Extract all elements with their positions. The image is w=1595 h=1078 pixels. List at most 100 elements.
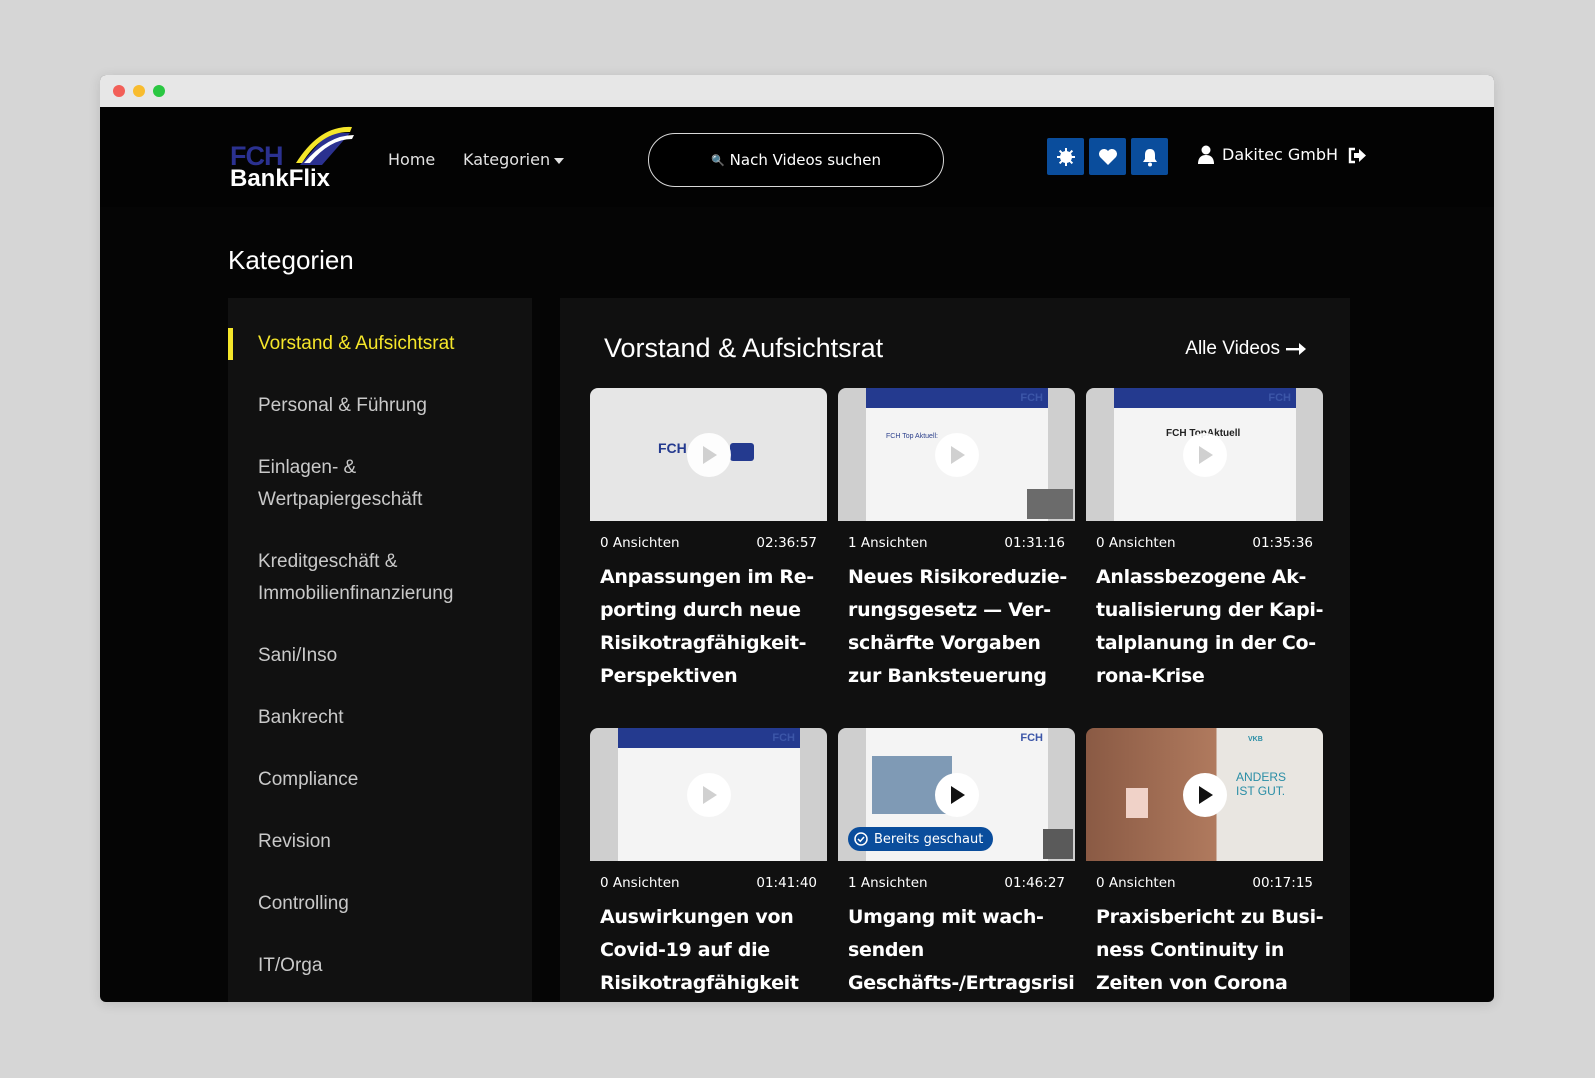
sidebar-item-compliance[interactable]: Compliance (258, 764, 518, 796)
video-title-line[interactable]: Risikotragfähigkeit (590, 967, 827, 1000)
sidebar-item-kreditgeschaeft[interactable]: Kreditgeschäft & Immobilienfinanzierung (258, 546, 518, 610)
video-thumbnail[interactable]: FCH Bereits geschaut (838, 728, 1075, 861)
close-window-dot[interactable] (113, 85, 125, 97)
speaker-webcam-image (1043, 829, 1073, 859)
thumbnail-vkb-logo: VKB (1248, 736, 1263, 743)
sidebar-item-revision[interactable]: Revision (258, 826, 518, 858)
logout-icon (1348, 147, 1366, 164)
nav-home-link[interactable]: Home (388, 150, 435, 169)
video-thumbnail[interactable]: ANDERS IST GUT. VKB (1086, 728, 1323, 861)
video-thumbnail[interactable]: FCH (590, 388, 827, 521)
video-meta: 1 Ansichten 01:46:27 (838, 861, 1075, 901)
bell-icon (1142, 148, 1157, 166)
video-title-line[interactable]: Anlassbezogene Ak- (1086, 561, 1323, 594)
user-account-menu[interactable]: Dakitec GmbH (1198, 145, 1338, 164)
video-meta: 0 Ansichten 02:36:57 (590, 521, 827, 561)
check-circle-icon (854, 832, 868, 846)
thumbnail-title-text: FCH Top Aktuell: (886, 433, 939, 440)
settings-button[interactable] (1047, 138, 1084, 175)
sidebar-item-it-orga[interactable]: IT/Orga (258, 950, 518, 982)
video-title-line[interactable]: rona-Krise (1086, 660, 1323, 693)
video-card[interactable]: FCH Bereits geschaut 1 Ansichten 01:46:2… (838, 728, 1075, 1000)
maximize-window-dot[interactable] (153, 85, 165, 97)
video-meta: 0 Ansichten 01:41:40 (590, 861, 827, 901)
video-title-line[interactable]: Zeiten von Corona (1086, 967, 1323, 1000)
video-duration: 01:41:40 (756, 875, 817, 891)
video-meta: 0 Ansichten 01:35:36 (1086, 521, 1323, 561)
sidebar-item-personal[interactable]: Personal & Führung (258, 390, 518, 422)
video-card[interactable]: ANDERS IST GUT. VKB 0 Ansichten 00:17:15… (1086, 728, 1323, 1000)
search-icon: 🔍 (710, 153, 725, 167)
thumbnail-slogan: ANDERS IST GUT. (1236, 770, 1287, 798)
play-icon[interactable] (934, 432, 979, 477)
video-card[interactable]: FCH FCH TopAktuell 0 Ansichten 01:35:36 … (1086, 388, 1323, 693)
video-card[interactable]: FCH FCH Top Aktuell: 1 Ansichten 01:31:1… (838, 388, 1075, 693)
video-title-line[interactable]: porting durch neue (590, 594, 827, 627)
watched-badge: Bereits geschaut (848, 827, 994, 851)
logout-button[interactable] (1348, 147, 1367, 168)
sidebar-item-bankrecht[interactable]: Bankrecht (258, 702, 518, 734)
all-videos-link[interactable]: Alle Videos (1185, 338, 1306, 360)
video-title-line[interactable]: ness Continuity in (1086, 934, 1323, 967)
notifications-button[interactable] (1131, 138, 1168, 175)
video-title-line[interactable]: senden (838, 934, 1075, 967)
chevron-down-icon (554, 157, 565, 164)
video-duration: 01:35:36 (1252, 535, 1313, 551)
browser-window: FCH BankFlix Home Kategorien 🔍 Nach Vide… (100, 75, 1494, 1002)
video-title-line[interactable]: Neues Risikoreduzie- (838, 561, 1075, 594)
play-icon[interactable] (1182, 772, 1227, 817)
video-title-line[interactable]: Perspektiven (590, 660, 827, 693)
video-thumbnail[interactable]: FCH FCH Top Aktuell: (838, 388, 1075, 521)
nav-kategorien-label: Kategorien (463, 150, 551, 169)
video-duration: 01:31:16 (1004, 535, 1065, 551)
active-category-indicator (228, 328, 233, 360)
video-thumbnail[interactable]: FCH FCH TopAktuell (1086, 388, 1323, 521)
user-name: Dakitec GmbH (1222, 145, 1339, 164)
browser-chrome (100, 75, 1494, 107)
slide-logo: FCH (1020, 392, 1043, 404)
thumbnail-camera-icon (730, 443, 754, 461)
view-count: 1 Ansichten (848, 535, 928, 551)
thumbnail-prop-image (1126, 788, 1148, 818)
video-title-line[interactable]: Risikotragfähigkeit- (590, 627, 827, 660)
video-meta: 0 Ansichten 00:17:15 (1086, 861, 1323, 901)
watched-badge-label: Bereits geschaut (874, 831, 984, 847)
play-icon[interactable] (1182, 432, 1227, 477)
sidebar-item-sani-inso[interactable]: Sani/Inso (258, 640, 518, 672)
video-title-line[interactable]: Geschäfts-/Ertragsrisiken (838, 967, 1075, 1000)
video-title-line[interactable]: schärfte Vorgaben (838, 627, 1075, 660)
play-icon[interactable] (934, 772, 979, 817)
view-count: 1 Ansichten (848, 875, 928, 891)
video-title-line[interactable]: talplanung in der Co- (1086, 627, 1323, 660)
video-card[interactable]: FCH 0 Ansichten 01:41:40 Auswirkungen vo… (590, 728, 827, 1000)
video-title-line[interactable]: Anpassungen im Re- (590, 561, 827, 594)
sidebar-item-vorstand[interactable]: Vorstand & Aufsichtsrat (258, 328, 518, 360)
video-title-line[interactable]: Praxisbericht zu Busi- (1086, 901, 1323, 934)
minimize-window-dot[interactable] (133, 85, 145, 97)
sidebar-item-controlling[interactable]: Controlling (258, 888, 518, 920)
video-title-line[interactable]: rungsgesetz — Ver- (838, 594, 1075, 627)
video-title-line[interactable]: Umgang mit wach- (838, 901, 1075, 934)
video-title-line[interactable]: Covid-19 auf die (590, 934, 827, 967)
play-icon[interactable] (686, 772, 731, 817)
play-icon[interactable] (686, 432, 731, 477)
arrow-right-icon (1286, 343, 1306, 355)
favorites-button[interactable] (1089, 138, 1126, 175)
video-title-line[interactable]: Auswirkungen von (590, 901, 827, 934)
page-title: Kategorien (228, 245, 354, 275)
slide-logo: FCH (1268, 392, 1291, 404)
video-duration: 02:36:57 (756, 535, 817, 551)
bankflix-logo[interactable]: FCH BankFlix (230, 123, 355, 195)
video-title-line[interactable]: zur Banksteuerung (838, 660, 1075, 693)
slide-logo: FCH (1020, 732, 1043, 744)
search-button[interactable]: 🔍 Nach Videos suchen (648, 133, 944, 187)
nav-kategorien-dropdown[interactable]: Kategorien (463, 150, 565, 169)
thumbnail-logo-text: FCH (658, 440, 687, 456)
video-thumbnail[interactable]: FCH (590, 728, 827, 861)
video-title-line[interactable]: tualisierung der Kapi- (1086, 594, 1323, 627)
view-count: 0 Ansichten (1096, 535, 1176, 551)
sidebar-item-einlagen[interactable]: Einlagen- & Wertpapiergeschäft (258, 452, 518, 516)
view-count: 0 Ansichten (600, 875, 680, 891)
video-duration: 01:46:27 (1004, 875, 1065, 891)
video-card[interactable]: FCH 0 Ansichten 02:36:57 Anpassungen im … (590, 388, 827, 693)
